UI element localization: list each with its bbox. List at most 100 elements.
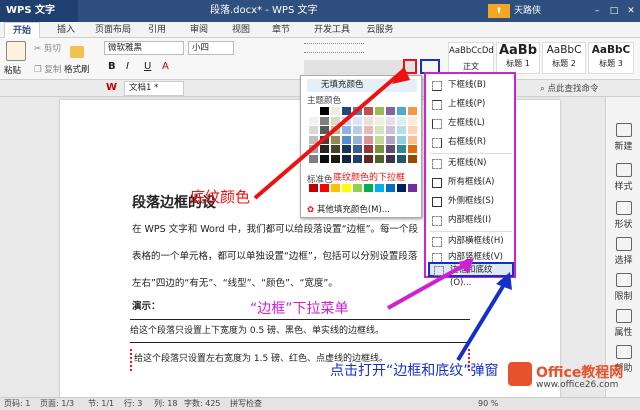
- brush-icon[interactable]: [70, 46, 84, 58]
- command-search[interactable]: ⌕ 点此查找命令: [540, 82, 598, 94]
- panel-new[interactable]: 新建: [606, 119, 640, 159]
- color-swatch[interactable]: [309, 126, 318, 134]
- color-swatch[interactable]: [408, 135, 417, 144]
- paragraph-buttons[interactable]: [304, 60, 414, 74]
- border-top-item[interactable]: 上框线(P): [428, 95, 514, 114]
- color-swatch[interactable]: [320, 116, 329, 125]
- paste-button[interactable]: 粘贴: [4, 64, 21, 76]
- borders-and-shading-item[interactable]: 边框和底纹(O)...: [428, 262, 514, 288]
- upgrade-badge[interactable]: ⬆: [488, 4, 510, 18]
- color-swatch[interactable]: [364, 145, 373, 153]
- color-swatch[interactable]: [386, 145, 395, 153]
- color-swatch[interactable]: [331, 145, 340, 153]
- color-swatch[interactable]: [375, 107, 384, 115]
- tab-cloud[interactable]: 云服务: [360, 22, 400, 38]
- color-swatch[interactable]: [364, 154, 373, 163]
- standard-color-row[interactable]: [309, 184, 419, 194]
- color-swatch[interactable]: [353, 154, 362, 163]
- color-swatch[interactable]: [309, 135, 318, 144]
- color-swatch[interactable]: [364, 126, 373, 134]
- color-swatch[interactable]: [353, 107, 362, 115]
- color-swatch[interactable]: [353, 145, 362, 153]
- color-swatch[interactable]: [353, 116, 362, 125]
- color-swatch[interactable]: [386, 135, 395, 144]
- color-swatch[interactable]: [353, 126, 362, 134]
- border-outside-item[interactable]: 外侧框线(S): [428, 192, 514, 211]
- font-size-select[interactable]: 小四: [188, 41, 234, 55]
- color-swatch[interactable]: [331, 184, 340, 192]
- format-painter-button[interactable]: 格式刷: [64, 63, 90, 75]
- color-swatch[interactable]: [331, 126, 340, 134]
- color-swatch[interactable]: [408, 145, 417, 153]
- color-swatch[interactable]: [320, 135, 329, 144]
- color-swatch[interactable]: [320, 154, 329, 163]
- color-swatch[interactable]: [342, 135, 351, 144]
- border-none-item[interactable]: 无框线(N): [428, 154, 514, 173]
- app-menu-button[interactable]: WPS 文字: [0, 0, 78, 22]
- close-icon[interactable]: ✕: [622, 0, 640, 22]
- tab-review[interactable]: 审阅: [184, 22, 214, 38]
- color-swatch[interactable]: [309, 184, 318, 192]
- color-swatch[interactable]: [320, 184, 329, 192]
- border-left-item[interactable]: 左框线(L): [428, 114, 514, 133]
- maximize-icon[interactable]: □: [606, 0, 622, 22]
- color-swatch[interactable]: [375, 154, 384, 163]
- color-swatch[interactable]: [364, 107, 373, 115]
- underline-button[interactable]: U: [144, 61, 151, 72]
- color-swatch[interactable]: [408, 126, 417, 134]
- color-swatch[interactable]: [331, 154, 340, 163]
- color-swatch[interactable]: [342, 154, 351, 163]
- color-swatch[interactable]: [386, 126, 395, 134]
- color-swatch[interactable]: [364, 184, 373, 192]
- tab-insert[interactable]: 插入: [48, 22, 84, 38]
- color-swatch[interactable]: [408, 154, 417, 163]
- color-swatch[interactable]: [331, 107, 340, 115]
- border-all-item[interactable]: 所有框线(A): [428, 173, 514, 192]
- color-swatch[interactable]: [309, 145, 318, 153]
- color-swatch[interactable]: [375, 135, 384, 144]
- color-swatch[interactable]: [342, 126, 351, 134]
- color-swatch[interactable]: [320, 126, 329, 134]
- more-fill-colors-option[interactable]: ✿ 其他填充颜色(M)...: [307, 203, 390, 215]
- tab-developer[interactable]: 开发工具: [306, 22, 358, 38]
- style-heading-2[interactable]: AaBbC 标题 2: [542, 42, 586, 74]
- italic-button[interactable]: I: [126, 61, 129, 72]
- color-swatch[interactable]: [309, 116, 318, 125]
- color-swatch[interactable]: [397, 184, 406, 192]
- color-swatch[interactable]: [375, 145, 384, 153]
- color-swatch[interactable]: [408, 116, 417, 125]
- copy-button[interactable]: ❐ 复制: [34, 63, 61, 75]
- theme-color-grid[interactable]: [309, 107, 419, 165]
- tab-document-1[interactable]: 文档1 *: [124, 81, 184, 96]
- tab-references[interactable]: 引用: [142, 22, 172, 38]
- font-color-button[interactable]: A: [162, 61, 169, 72]
- color-swatch[interactable]: [342, 107, 351, 115]
- zoom-level[interactable]: 90 %: [478, 398, 498, 410]
- color-swatch[interactable]: [397, 135, 406, 144]
- tab-chapter[interactable]: 章节: [266, 22, 296, 38]
- font-name-select[interactable]: 微软雅黑: [104, 41, 184, 55]
- border-right-item[interactable]: 右框线(R): [428, 133, 514, 152]
- bold-button[interactable]: B: [108, 61, 116, 72]
- tab-view[interactable]: 视图: [226, 22, 256, 38]
- style-normal[interactable]: AaBbCcDd 正文: [448, 42, 494, 74]
- color-swatch[interactable]: [397, 116, 406, 125]
- paste-icon[interactable]: [6, 41, 26, 61]
- color-swatch[interactable]: [342, 145, 351, 153]
- color-swatch[interactable]: [386, 116, 395, 125]
- color-swatch[interactable]: [331, 116, 340, 125]
- cut-button[interactable]: ✂ 剪切: [34, 42, 61, 54]
- color-swatch[interactable]: [397, 126, 406, 134]
- color-swatch[interactable]: [353, 135, 362, 144]
- color-swatch[interactable]: [386, 107, 395, 115]
- shading-button[interactable]: [403, 59, 417, 74]
- color-swatch[interactable]: [353, 184, 362, 192]
- color-swatch[interactable]: [397, 154, 406, 163]
- minimize-icon[interactable]: –: [588, 0, 606, 22]
- color-swatch[interactable]: [309, 107, 318, 115]
- spell-check-button[interactable]: 拼写检查: [230, 398, 262, 410]
- color-swatch[interactable]: [397, 107, 406, 115]
- tab-page-layout[interactable]: 页面布局: [88, 22, 138, 38]
- color-swatch[interactable]: [342, 184, 351, 192]
- style-heading-3[interactable]: AaBbC 标题 3: [588, 42, 634, 74]
